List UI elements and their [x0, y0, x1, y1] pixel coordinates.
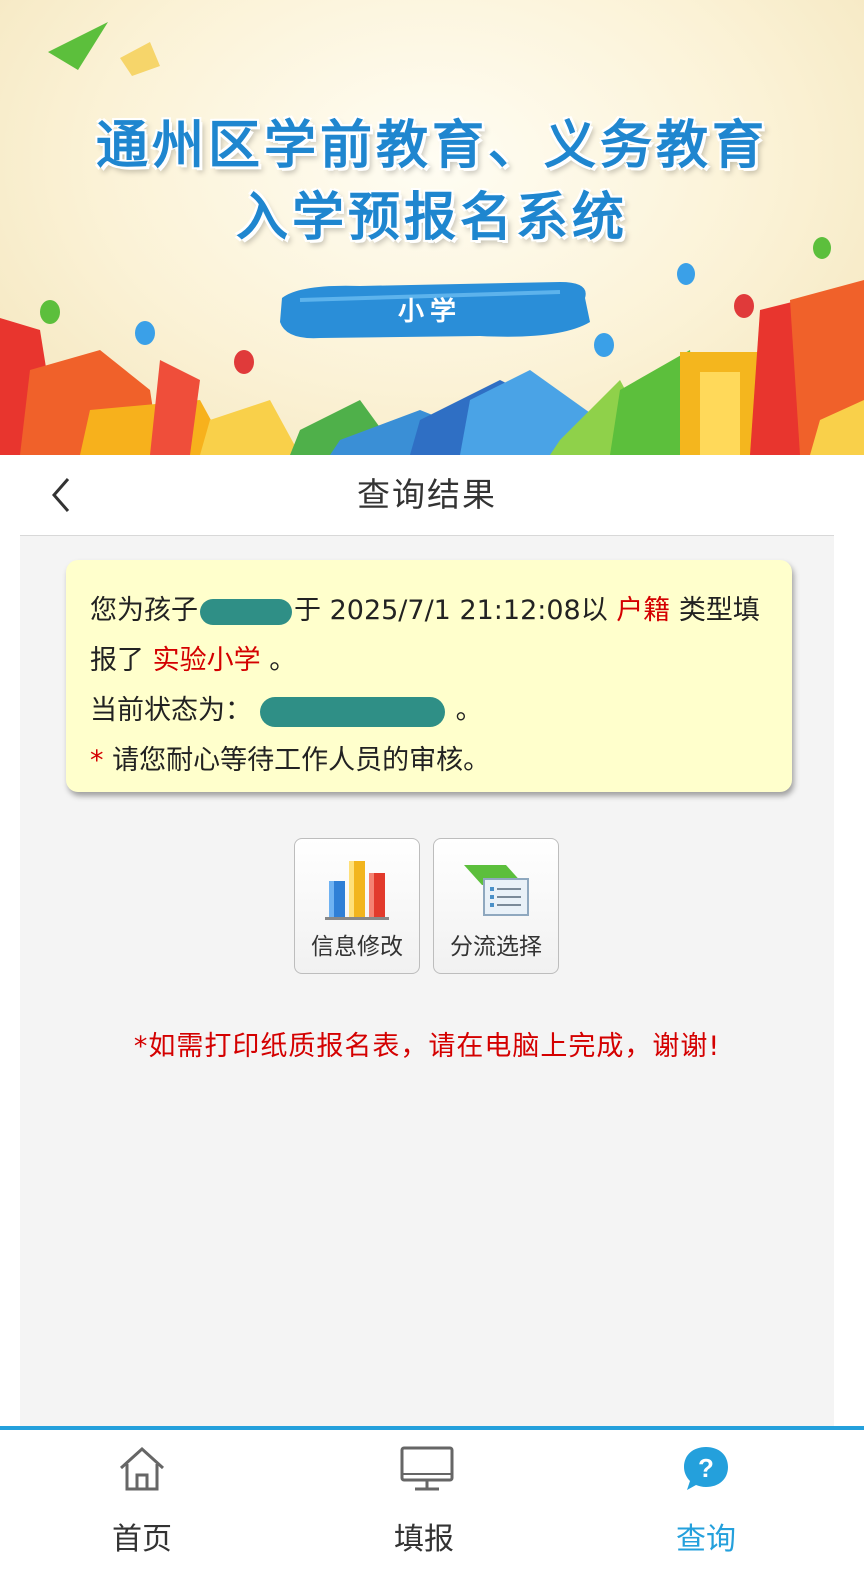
submit-timestamp: 2025/7/1 21:12:08: [329, 595, 581, 626]
registration-type: 户籍: [616, 595, 671, 626]
tab-home-label: 首页: [112, 1522, 172, 1557]
chevron-left-icon[interactable]: [42, 475, 82, 515]
asterisk-mark: *: [90, 745, 104, 776]
redacted-child-name: [200, 598, 292, 625]
notice-line-1: 您为孩子于 2025/7/1 21:12:08以 户籍 类型填报了 实验小学 。: [90, 586, 768, 686]
page-header: 查询结果: [20, 455, 834, 536]
school-name: 实验小学: [152, 645, 261, 676]
tab-home[interactable]: 首页: [62, 1430, 222, 1580]
monitor-icon: [400, 1446, 454, 1491]
banner-title-line2: 入学预报名系统: [235, 188, 628, 248]
bar-chart-icon: [325, 861, 389, 920]
bottom-tab-bar: 首页 填报 ? 查询: [0, 1426, 864, 1585]
print-tip: *如需打印纸质报名表，请在电脑上完成，谢谢!: [133, 1031, 721, 1062]
home-icon: [119, 1446, 165, 1491]
action-buttons: 信息修改 分流选择: [294, 838, 564, 976]
page-title: 查询结果: [357, 475, 497, 514]
wait-text: 请您耐心等待工作人员的审核。: [112, 745, 491, 776]
banner-subtitle: 小学: [397, 297, 462, 327]
diversion-select-label: 分流选择: [450, 934, 542, 960]
question-bubble-icon: ?: [684, 1447, 728, 1490]
notice-line-status: 当前状态为： 。: [90, 686, 768, 736]
redacted-status: [260, 696, 445, 727]
notice-at: 于: [294, 595, 321, 626]
status-end: 。: [455, 695, 483, 726]
tab-fill-label: 填报: [394, 1522, 454, 1557]
notice-line-wait: * 请您耐心等待工作人员的审核。: [90, 736, 768, 786]
notice-period: 。: [269, 645, 297, 676]
notice-prefix: 您为孩子: [90, 595, 198, 626]
diversion-select-button[interactable]: 分流选择: [433, 838, 559, 974]
edit-info-label: 信息修改: [311, 934, 403, 960]
status-label: 当前状态为：: [90, 695, 252, 726]
banner-title: 通州区学前教育、义务教育 入学预报名系统: [0, 110, 864, 254]
svg-text:?: ?: [698, 1453, 714, 1483]
edit-info-button[interactable]: 信息修改: [294, 838, 420, 974]
tab-query[interactable]: ? 查询: [626, 1430, 786, 1580]
result-notice: 您为孩子于 2025/7/1 21:12:08以 户籍 类型填报了 实验小学 。…: [66, 560, 792, 792]
content-area: 您为孩子于 2025/7/1 21:12:08以 户籍 类型填报了 实验小学 。…: [20, 536, 834, 1426]
form-list-icon: [464, 865, 529, 916]
banner: 通州区学前教育、义务教育 入学预报名系统 小学: [0, 0, 864, 455]
banner-title-line1: 通州区学前教育、义务教育: [95, 116, 768, 176]
tab-fill[interactable]: 填报: [344, 1430, 504, 1580]
notice-by: 以: [580, 595, 608, 626]
tab-query-label: 查询: [676, 1522, 736, 1557]
